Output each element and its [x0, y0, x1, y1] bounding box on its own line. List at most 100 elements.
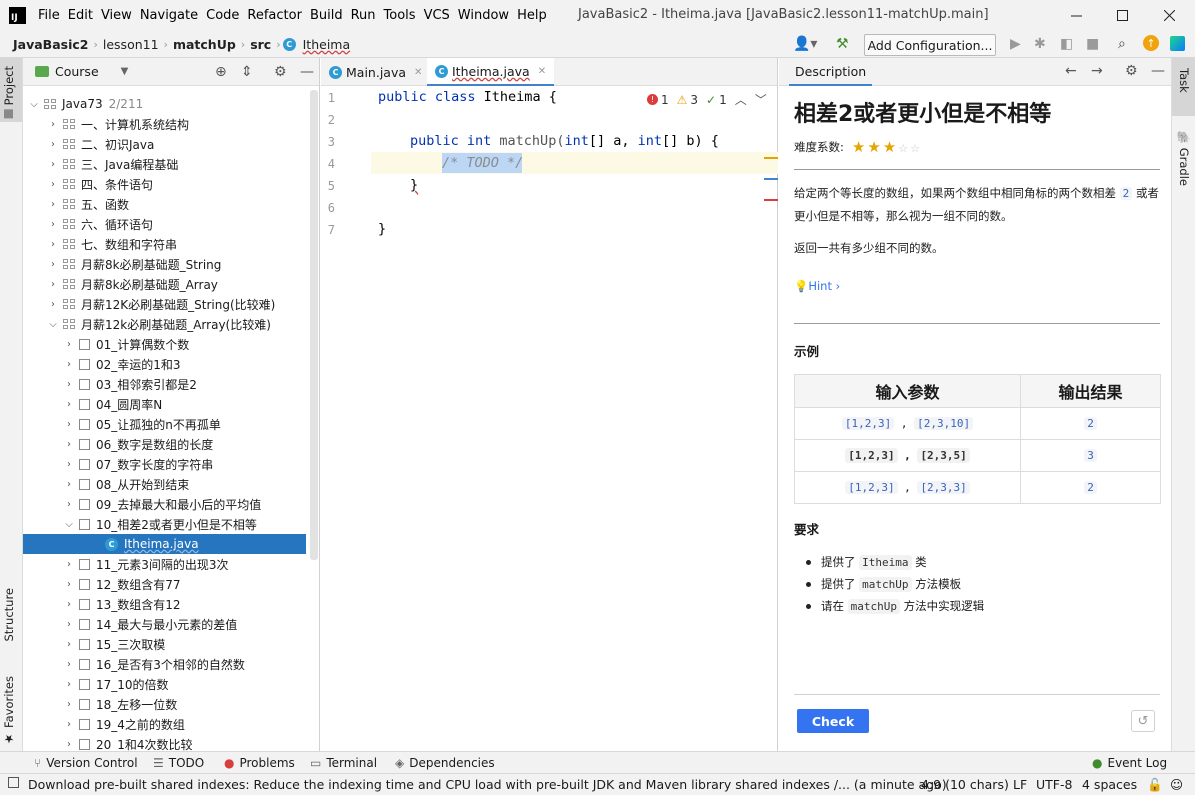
tree-item-lesson[interactable]: › 11_元素3间隔的出现3次: [23, 554, 306, 574]
chevron-right-icon[interactable]: ›: [63, 699, 75, 710]
chevron-down-icon[interactable]: ⌵: [63, 519, 75, 530]
tree-item-lesson[interactable]: › 05_让孤独的n不再孤单: [23, 414, 306, 434]
chevron-right-icon[interactable]: ›: [63, 559, 75, 570]
menu-navigate[interactable]: Navigate: [136, 8, 202, 23]
maximize-icon[interactable]: [1110, 4, 1134, 26]
chevron-right-icon[interactable]: ›: [47, 139, 59, 150]
menu-file[interactable]: File: [34, 8, 64, 23]
caret-position[interactable]: 4:9 (10 chars): [921, 777, 1009, 792]
chevron-right-icon[interactable]: ›: [47, 219, 59, 230]
dependencies-tool[interactable]: ◈ Dependencies: [395, 756, 495, 770]
tree-item-lesson[interactable]: › 08_从开始到结束: [23, 474, 306, 494]
tree-item-lesson[interactable]: ⌵ 10_相差2或者更小但是不相等: [23, 514, 306, 534]
event-log-tool[interactable]: ● Event Log: [1092, 756, 1167, 770]
tree-item-lesson[interactable]: › 07_数字长度的字符串: [23, 454, 306, 474]
chevron-right-icon[interactable]: ›: [47, 239, 59, 250]
todo-tool[interactable]: ☰ TODO: [153, 756, 204, 770]
problems-tool[interactable]: ● Problems: [224, 756, 295, 770]
chevron-down-icon[interactable]: ▼: [121, 66, 129, 77]
tab-itheima-java[interactable]: C Itheima.java ✕: [427, 58, 555, 86]
chevron-right-icon[interactable]: ›: [63, 499, 75, 510]
hammer-icon[interactable]: ⚒: [836, 36, 849, 52]
chevron-right-icon[interactable]: ›: [47, 119, 59, 130]
code-line-3[interactable]: public int matchUp(int[] a, int[] b) {: [410, 133, 719, 149]
file-encoding[interactable]: UTF-8: [1036, 777, 1072, 792]
tree-item-section[interactable]: › 三、Java编程基础: [23, 154, 306, 174]
gear-icon[interactable]: ⚙: [274, 64, 287, 80]
toggle-tool-windows-icon[interactable]: [8, 777, 19, 788]
hide-panel-icon[interactable]: —: [1151, 63, 1165, 79]
back-arrow-icon[interactable]: ←: [1065, 63, 1077, 79]
code-line-1[interactable]: public class Itheima {: [378, 89, 557, 105]
gear-icon[interactable]: ⚙: [1125, 63, 1138, 79]
info-marker[interactable]: [764, 178, 778, 180]
chevron-right-icon[interactable]: ›: [47, 159, 59, 170]
code-line-5[interactable]: }: [410, 177, 418, 193]
chevron-right-icon[interactable]: ›: [47, 179, 59, 190]
tree-item-lesson[interactable]: › 20_1和4次数比较: [23, 734, 306, 752]
chevron-right-icon[interactable]: ›: [63, 479, 75, 490]
chevron-right-icon[interactable]: ›: [63, 359, 75, 370]
debug-icon[interactable]: ✱: [1034, 36, 1046, 52]
tree-item-section[interactable]: › 一、计算机系统结构: [23, 114, 306, 134]
warning-marker[interactable]: [764, 157, 778, 159]
tree-item-lesson[interactable]: › 12_数组含有77: [23, 574, 306, 594]
structure-tool-button[interactable]: Structure: [2, 588, 16, 642]
menu-view[interactable]: View: [97, 8, 136, 23]
tree-item-section[interactable]: › 月薪12K必刷基础题_String(比较难): [23, 294, 306, 314]
stop-icon[interactable]: ■: [1086, 36, 1099, 52]
lock-icon[interactable]: 🔓: [1147, 777, 1163, 793]
tree-root[interactable]: ⌵ Java73 2/211: [23, 94, 306, 114]
search-icon[interactable]: ⌕: [1118, 36, 1126, 52]
close-window-icon[interactable]: [1157, 4, 1181, 26]
user-icon[interactable]: 👤▾: [793, 36, 817, 52]
chevron-right-icon[interactable]: ›: [63, 419, 75, 430]
toolbox-icon[interactable]: [1170, 36, 1185, 51]
tree-item-section[interactable]: › 四、条件语句: [23, 174, 306, 194]
crumb-project[interactable]: JavaBasic2: [10, 37, 91, 52]
chevron-right-icon[interactable]: ›: [47, 279, 59, 290]
crumb-src[interactable]: src: [247, 37, 274, 52]
chevron-down-icon[interactable]: ⌵: [47, 319, 59, 330]
chevron-right-icon[interactable]: ›: [63, 679, 75, 690]
hide-panel-icon[interactable]: —: [300, 64, 314, 80]
tab-main-java[interactable]: C Main.java ✕: [321, 58, 430, 86]
line-separator[interactable]: LF: [1013, 777, 1027, 792]
locate-icon[interactable]: ⊕: [215, 64, 227, 80]
minimize-icon[interactable]: [1064, 4, 1088, 26]
tree-item-section[interactable]: ⌵ 月薪12k必刷基础题_Array(比较难): [23, 314, 306, 334]
menu-refactor[interactable]: Refactor: [243, 8, 306, 23]
menu-help[interactable]: Help: [513, 8, 551, 23]
gradle-tool-button[interactable]: 🐘 Gradle: [1177, 130, 1191, 186]
chevron-right-icon[interactable]: ›: [63, 439, 75, 450]
forward-arrow-icon[interactable]: →: [1091, 63, 1103, 79]
tree-item-lesson[interactable]: › 17_10的倍数: [23, 674, 306, 694]
tree-item-section[interactable]: › 二、初识Java: [23, 134, 306, 154]
chevron-right-icon[interactable]: ›: [63, 639, 75, 650]
project-view-selector[interactable]: Course: [55, 64, 99, 79]
chevron-right-icon[interactable]: ›: [63, 659, 75, 670]
menu-code[interactable]: Code: [202, 8, 243, 23]
chevron-right-icon[interactable]: ›: [63, 619, 75, 630]
task-tool-button[interactable]: Task: [1177, 68, 1191, 93]
chevron-right-icon[interactable]: ›: [47, 199, 59, 210]
version-control-tool[interactable]: ⑂ Version Control: [34, 756, 138, 770]
code-line-4[interactable]: /* TODO */: [442, 155, 523, 171]
chevron-right-icon[interactable]: ›: [47, 259, 59, 270]
collapse-all-icon[interactable]: ⇕: [241, 64, 253, 80]
error-marker[interactable]: [764, 199, 778, 201]
tree-item-lesson[interactable]: › 15_三次取模: [23, 634, 306, 654]
code-line-7[interactable]: }: [378, 221, 386, 237]
chevron-right-icon[interactable]: ›: [63, 599, 75, 610]
tree-item-lesson[interactable]: › 02_幸运的1和3: [23, 354, 306, 374]
favorites-tool-button[interactable]: ★ Favorites: [2, 676, 16, 746]
chevron-right-icon[interactable]: ›: [63, 459, 75, 470]
add-configuration-button[interactable]: Add Configuration...: [864, 34, 996, 56]
project-tool-button[interactable]: Project: [2, 66, 16, 119]
tree-item-lesson[interactable]: › 06_数字是数组的长度: [23, 434, 306, 454]
tree-item-lesson[interactable]: › 13_数组含有12: [23, 594, 306, 614]
crumb-file[interactable]: Itheima: [300, 37, 354, 52]
menu-build[interactable]: Build: [306, 8, 347, 23]
tree-item-lesson[interactable]: › 16_是否有3个相邻的自然数: [23, 654, 306, 674]
tab-description[interactable]: Description: [789, 58, 873, 86]
